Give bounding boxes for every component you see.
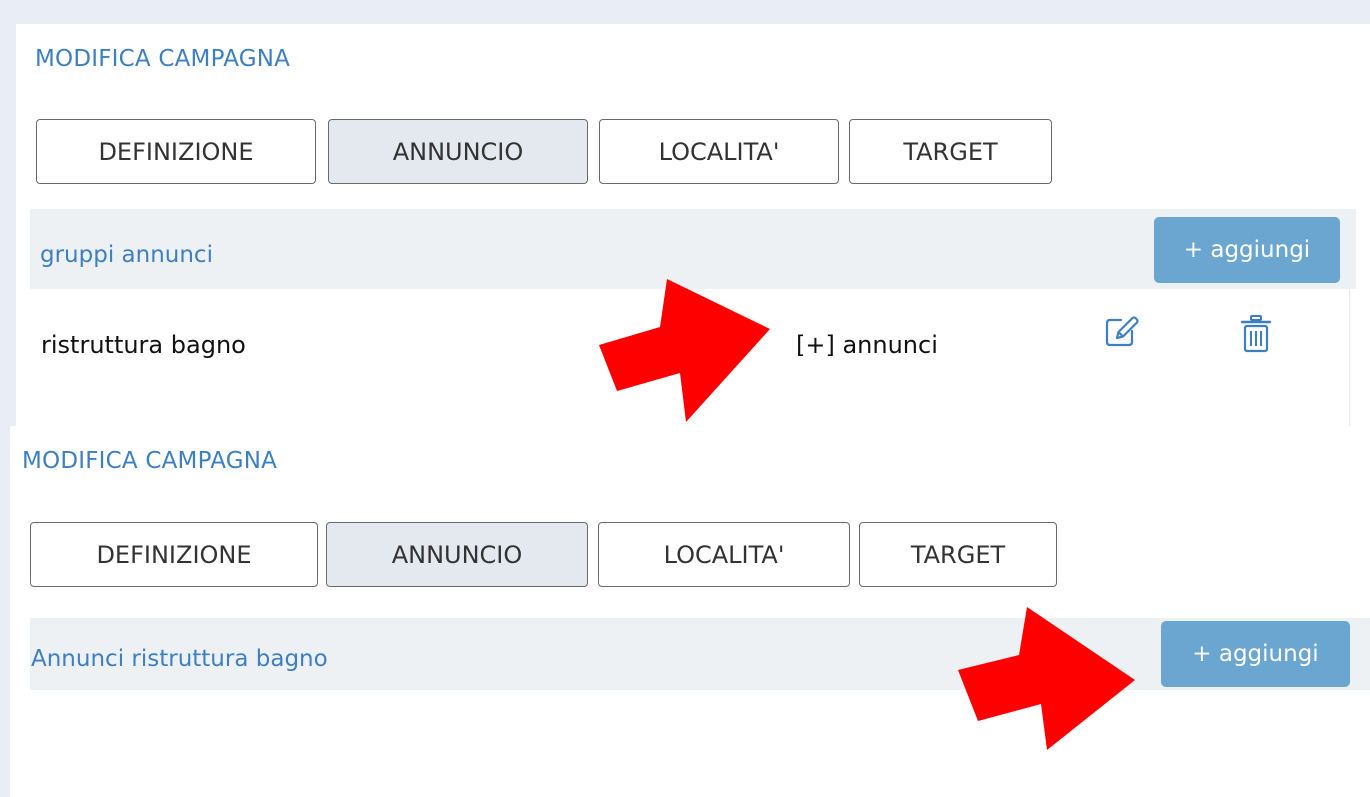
tab-annuncio[interactable]: ANNUNCIO: [328, 119, 588, 184]
tab-annuncio[interactable]: ANNUNCIO: [326, 522, 588, 587]
annotation-arrow-expand: [599, 279, 770, 422]
section-label: Annunci ristruttura bagno: [31, 646, 328, 672]
expand-ads-link[interactable]: [+] annunci: [796, 331, 938, 359]
column-divider: [1349, 289, 1350, 430]
add-ad-button[interactable]: + aggiungi: [1161, 621, 1350, 687]
tab-localita[interactable]: LOCALITA': [598, 522, 850, 587]
tab-definizione[interactable]: DEFINIZIONE: [30, 522, 318, 587]
group-name: ristruttura bagno: [41, 331, 246, 359]
page-title: MODIFICA CAMPAGNA: [22, 448, 278, 474]
page-title: MODIFICA CAMPAGNA: [35, 46, 291, 72]
tab-definizione[interactable]: DEFINIZIONE: [36, 119, 316, 184]
tab-target[interactable]: TARGET: [859, 522, 1057, 587]
tab-localita[interactable]: LOCALITA': [599, 119, 839, 184]
add-group-button[interactable]: + aggiungi: [1154, 217, 1340, 283]
annotation-arrow-add: [958, 607, 1135, 750]
tab-target[interactable]: TARGET: [849, 119, 1052, 184]
trash-icon[interactable]: [1240, 314, 1272, 354]
pencil-square-icon[interactable]: [1104, 314, 1140, 348]
bottom-panel: MODIFICA CAMPAGNA DEFINIZIONE ANNUNCIO L…: [10, 426, 1370, 797]
section-label: gruppi annunci: [40, 242, 213, 268]
